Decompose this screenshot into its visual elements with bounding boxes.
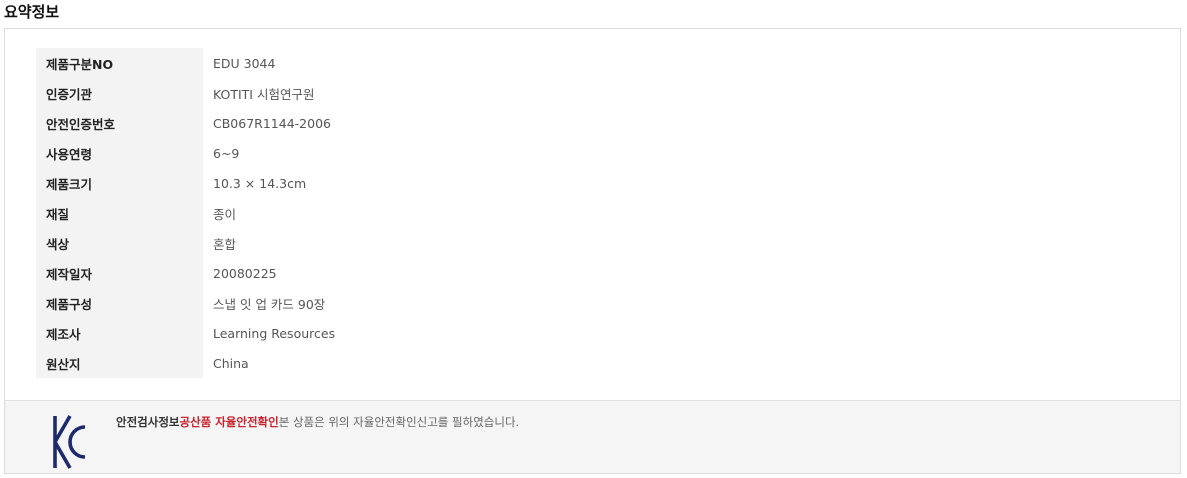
- table-row: 원산지 China: [36, 348, 335, 378]
- spec-value: Learning Resources: [213, 325, 336, 341]
- kc-safety-bar: 안전검사정보공산품 자율안전확인본 상품은 위의 자율안전확인신고를 필하였습니…: [5, 400, 1180, 473]
- spec-value: 스냅 잇 업 카드 90장: [213, 296, 326, 312]
- spec-label: 제품구분NO: [36, 48, 203, 78]
- spec-label: 사용연령: [36, 138, 203, 168]
- table-row: 제품구분NO EDU 3044: [36, 48, 335, 78]
- spec-label: 원산지: [36, 348, 203, 378]
- spec-value: KOTITI 시험연구원: [213, 86, 315, 102]
- table-row: 안전인증번호 CB067R1144-2006: [36, 108, 335, 138]
- section-title: 요약정보: [4, 3, 60, 21]
- spec-label: 제품구성: [36, 288, 203, 318]
- spec-value: EDU 3044: [213, 55, 276, 71]
- spec-label: 제작일자: [36, 258, 203, 288]
- table-row: 제품크기 10.3 × 14.3cm: [36, 168, 335, 198]
- spec-value: CB067R1144-2006: [213, 115, 331, 131]
- spec-value: 10.3 × 14.3cm: [213, 175, 307, 191]
- spec-label: 색상: [36, 228, 203, 258]
- spec-label: 제조사: [36, 318, 203, 348]
- spec-value: 종이: [213, 206, 237, 222]
- kc-mark-icon: [53, 415, 86, 469]
- kc-highlight: 공산품 자율안전확인: [179, 415, 279, 429]
- table-row: 사용연령 6~9: [36, 138, 335, 168]
- spec-table: 제품구분NO EDU 3044 인증기관 KOTITI 시험연구원 안전인증번호…: [36, 48, 335, 378]
- spec-value: China: [213, 355, 249, 371]
- kc-description: 본 상품은 위의 자율안전확인신고를 필하였습니다.: [278, 415, 520, 429]
- kc-title: 안전검사정보: [116, 415, 180, 429]
- spec-label: 재질: [36, 198, 203, 228]
- spec-label: 제품크기: [36, 168, 203, 198]
- table-row: 인증기관 KOTITI 시험연구원: [36, 78, 335, 108]
- table-row: 색상 혼합: [36, 228, 335, 258]
- spec-value: 20080225: [213, 265, 277, 281]
- table-row: 제작일자 20080225: [36, 258, 335, 288]
- table-row: 제품구성 스냅 잇 업 카드 90장: [36, 288, 335, 318]
- spec-label: 인증기관: [36, 78, 203, 108]
- spec-value: 6~9: [213, 145, 240, 161]
- summary-box: 제품구분NO EDU 3044 인증기관 KOTITI 시험연구원 안전인증번호…: [4, 28, 1181, 474]
- kc-info-text: 안전검사정보공산품 자율안전확인본 상품은 위의 자율안전확인신고를 필하였습니…: [116, 414, 519, 430]
- spec-label: 안전인증번호: [36, 108, 203, 138]
- table-row: 제조사 Learning Resources: [36, 318, 335, 348]
- spec-value: 혼합: [213, 236, 237, 252]
- table-row: 재질 종이: [36, 198, 335, 228]
